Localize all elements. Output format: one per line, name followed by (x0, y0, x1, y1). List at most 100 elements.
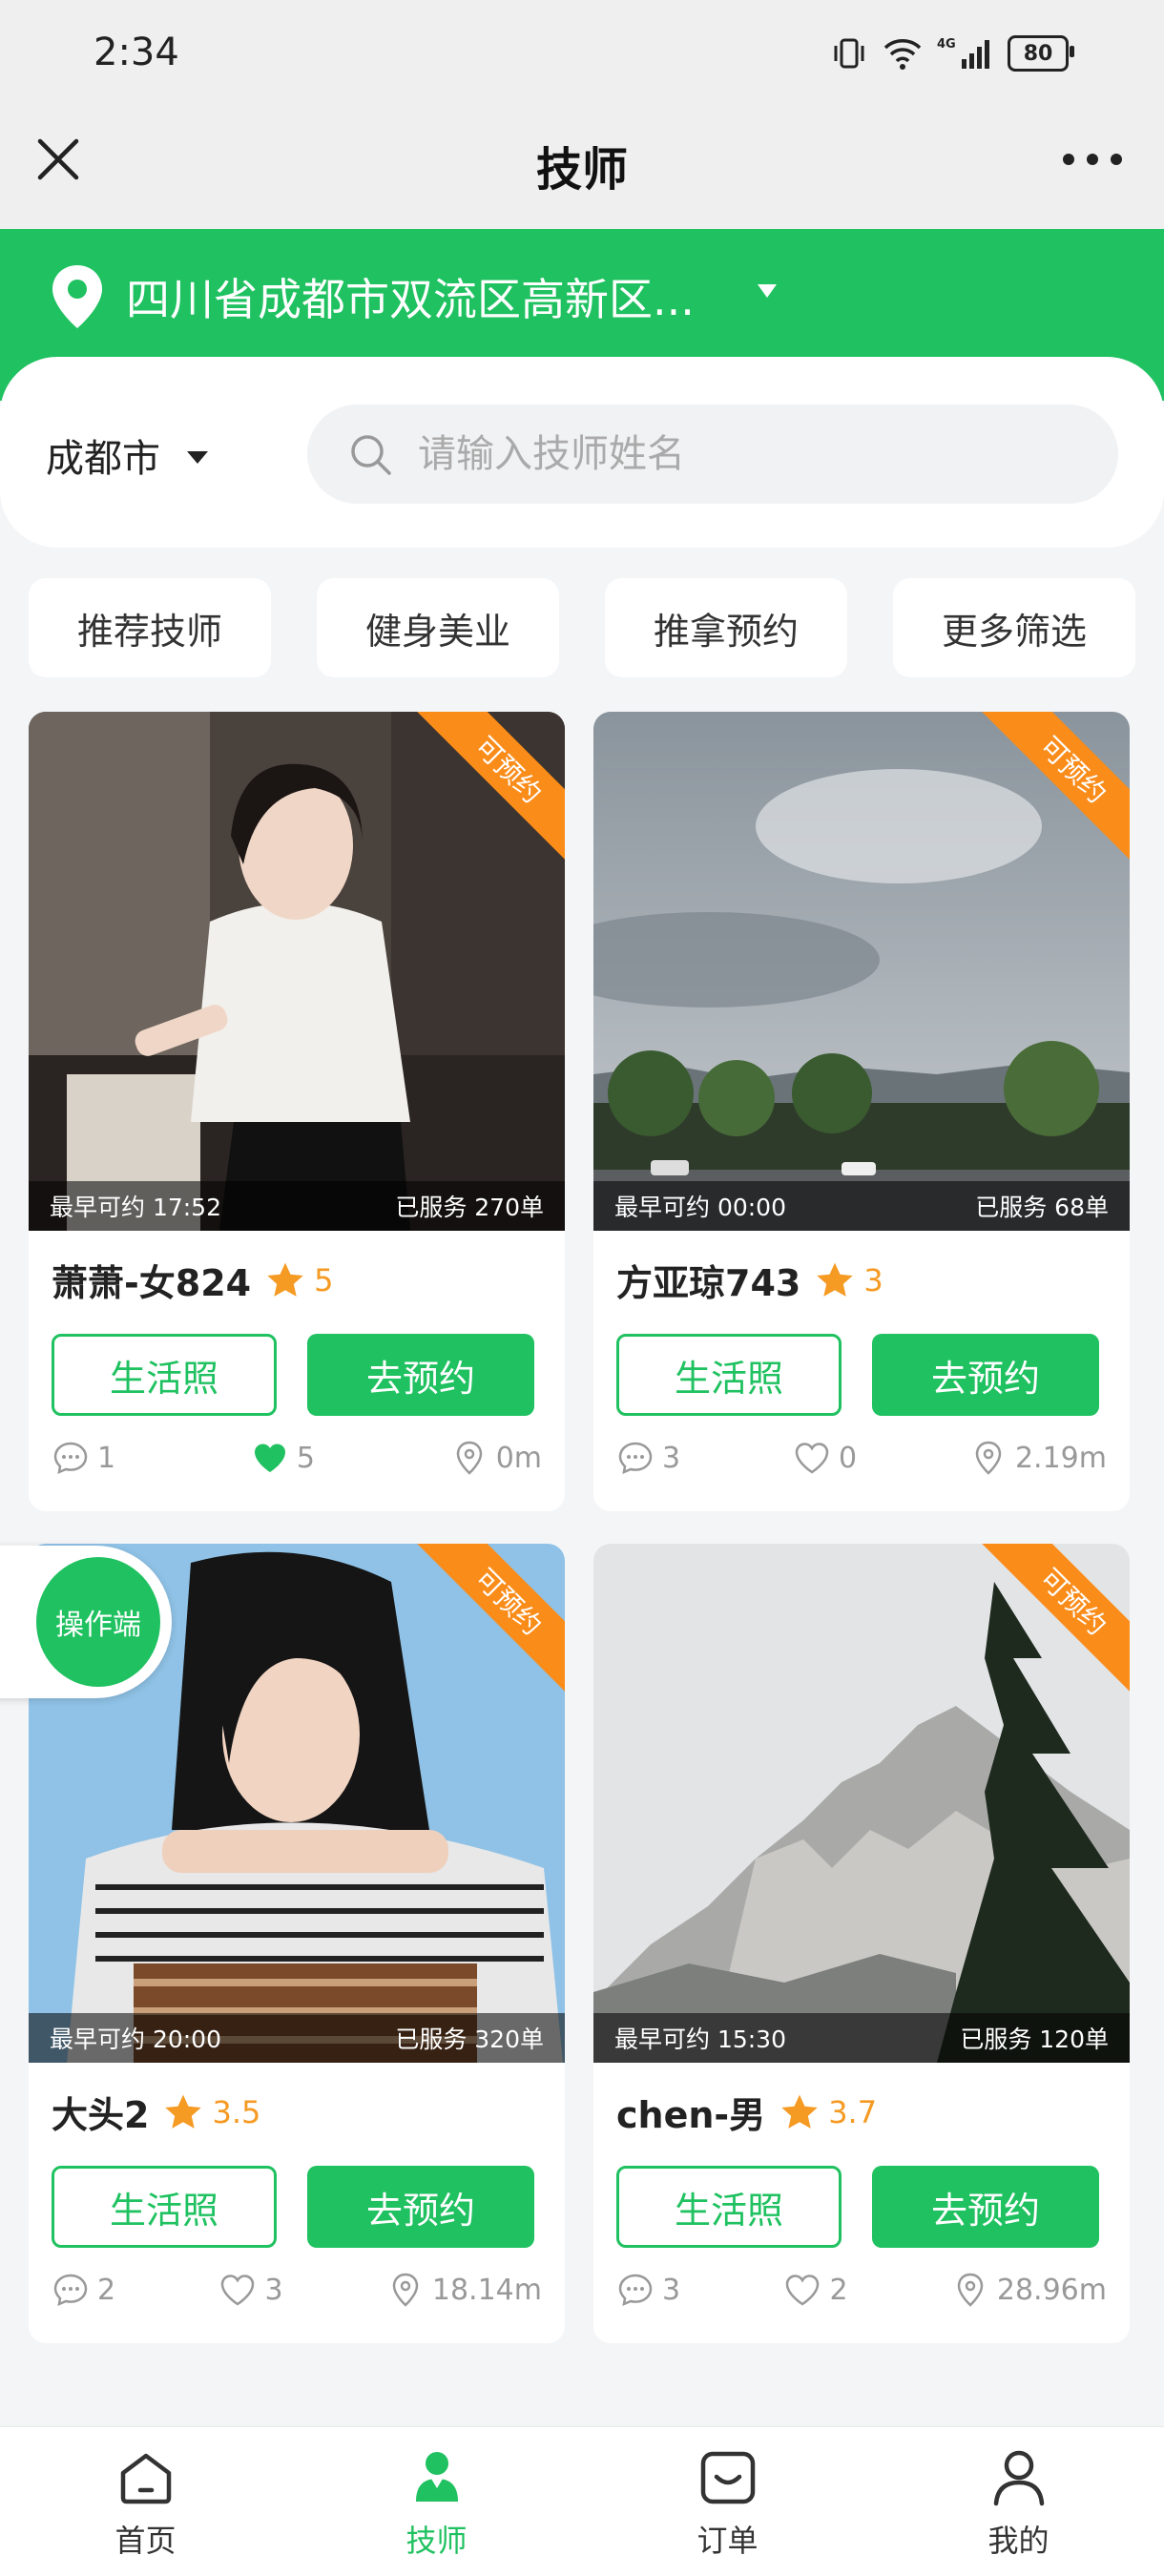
name-row: chen-男 3.7 (616, 2086, 877, 2138)
like-count: 2 (829, 2273, 848, 2307)
comment-stat[interactable]: 3 (616, 1439, 680, 1477)
comment-stat[interactable]: 2 (52, 2271, 115, 2309)
city-selector[interactable]: 成都市 (46, 427, 208, 483)
portrait-image (29, 712, 565, 1231)
more-icon[interactable] (1059, 135, 1126, 183)
served-count: 已服务 270单 (395, 1194, 544, 1221)
like-stat[interactable]: 5 (251, 1439, 315, 1477)
technician-name: chen-男 (616, 2094, 766, 2136)
earliest-time: 最早可约 00:00 (614, 1194, 786, 1221)
battery-icon: 80 (1008, 35, 1074, 72)
location-pin-icon (52, 265, 102, 328)
heart-filled-icon (254, 1444, 285, 1472)
chevron-down-icon (187, 450, 208, 464)
distance-value: 0m (495, 1441, 542, 1475)
status-time: 2:34 (94, 31, 179, 74)
comment-stat[interactable]: 3 (616, 2271, 680, 2309)
card-stats: 3 2 28.96m (616, 2271, 1107, 2309)
like-stat[interactable]: 2 (783, 2271, 848, 2309)
photo-info-overlay: 最早可约 20:00 已服务 320单 (29, 2013, 565, 2063)
life-photo-button[interactable]: 生活照 (616, 2166, 842, 2248)
location-icon (975, 1441, 1002, 1475)
star-icon (817, 1262, 854, 1297)
book-button[interactable]: 去预约 (872, 2166, 1099, 2248)
technician-photo[interactable]: 可预约 最早可约 15:30 已服务 120单 (593, 1544, 1130, 2063)
distance-stat: 18.14m (386, 2271, 542, 2309)
star-icon (165, 2094, 202, 2129)
bottom-tab-bar: 首页 技师 订单 我的 (0, 2426, 1164, 2576)
book-button[interactable]: 去预约 (307, 2166, 534, 2248)
search-box[interactable] (307, 405, 1118, 504)
signal-icon: 4G (937, 37, 989, 69)
book-button[interactable]: 去预约 (307, 1334, 534, 1416)
earliest-time: 最早可约 20:00 (50, 2025, 221, 2053)
filter-fitness-beauty[interactable]: 健身美业 (317, 578, 559, 677)
like-stat[interactable]: 0 (793, 1439, 857, 1477)
order-icon (700, 2451, 755, 2504)
search-input[interactable] (416, 431, 1088, 477)
filter-massage-booking[interactable]: 推拿预约 (605, 578, 847, 677)
chevron-down-icon[interactable] (758, 284, 777, 298)
name-row: 萧萧-女824 5 (52, 1254, 333, 1306)
earliest-time: 最早可约 15:30 (614, 2025, 786, 2053)
heart-icon (786, 2275, 820, 2306)
rating-value: 3 (863, 1261, 883, 1298)
filter-more[interactable]: 更多筛选 (893, 578, 1135, 677)
life-photo-button[interactable]: 生活照 (616, 1334, 842, 1416)
operator-float-button[interactable]: 操作端 (0, 1546, 172, 1698)
life-photo-button[interactable]: 生活照 (52, 1334, 277, 1416)
tab-label: 订单 (696, 2523, 759, 2559)
technician-photo[interactable]: 可预约 最早可约 17:52 已服务 270单 (29, 712, 565, 1231)
technician-card[interactable]: 可预约 最早可约 00:00 已服务 68单 方亚琼743 3 生活照 去预约 … (593, 712, 1130, 1511)
comment-icon (618, 2274, 653, 2307)
technician-name: 萧萧-女824 (52, 1262, 252, 1304)
comment-icon (53, 1442, 88, 1475)
comment-icon (618, 1442, 653, 1475)
page-title: 技师 (535, 143, 628, 197)
like-count: 0 (838, 1441, 858, 1475)
tab-label: 首页 (114, 2523, 177, 2559)
book-button[interactable]: 去预约 (872, 1334, 1099, 1416)
nav-bar: 技师 (0, 114, 1164, 229)
technician-photo[interactable]: 可预约 最早可约 00:00 已服务 68单 (593, 712, 1130, 1231)
technician-icon (415, 2452, 458, 2502)
location-address[interactable]: 四川省成都市双流区高新区... (126, 265, 695, 328)
search-panel: 成都市 (0, 357, 1164, 548)
card-stats: 1 5 0m (52, 1439, 542, 1477)
filter-bar: 推荐技师 健身美业 推拿预约 更多筛选 (29, 578, 1135, 677)
rating-value: 3.5 (212, 2093, 261, 2130)
filter-recommended[interactable]: 推荐技师 (29, 578, 271, 677)
card-stats: 3 0 2.19m (616, 1439, 1107, 1477)
location-icon (957, 2273, 984, 2307)
tab-orders[interactable]: 订单 (582, 2427, 873, 2576)
location-icon (392, 2273, 419, 2307)
tab-label: 我的 (987, 2523, 1050, 2559)
photo-info-overlay: 最早可约 00:00 已服务 68单 (593, 1181, 1130, 1231)
tab-home[interactable]: 首页 (0, 2427, 291, 2576)
landscape-image (593, 712, 1130, 1231)
distance-stat: 28.96m (951, 2271, 1107, 2309)
distance-stat: 2.19m (969, 1439, 1107, 1477)
rating-value: 5 (314, 1261, 334, 1298)
technician-card[interactable]: 可预约 最早可约 17:52 已服务 270单 萧萧-女824 5 生活照 去预… (29, 712, 565, 1511)
tab-technician[interactable]: 技师 (291, 2427, 582, 2576)
home-icon (120, 2453, 171, 2504)
distance-value: 18.14m (431, 2273, 542, 2307)
earliest-time: 最早可约 17:52 (50, 1194, 221, 1221)
location-icon (456, 1441, 482, 1475)
life-photo-button[interactable]: 生活照 (52, 2166, 277, 2248)
served-count: 已服务 320单 (395, 2025, 544, 2053)
tab-profile[interactable]: 我的 (873, 2427, 1164, 2576)
comment-stat[interactable]: 1 (52, 1439, 115, 1477)
distance-value: 28.96m (996, 2273, 1107, 2307)
search-icon (351, 435, 391, 475)
comment-count: 3 (662, 2273, 681, 2307)
vibrate-icon (834, 38, 864, 69)
served-count: 已服务 120单 (960, 2025, 1109, 2053)
distance-value: 2.19m (1014, 1441, 1107, 1475)
like-stat[interactable]: 3 (218, 2271, 283, 2309)
technician-card[interactable]: 可预约 最早可约 15:30 已服务 120单 chen-男 3.7 生活照 去… (593, 1544, 1130, 2343)
tab-label: 技师 (405, 2523, 468, 2559)
name-row: 方亚琼743 3 (616, 1254, 883, 1306)
like-count: 5 (296, 1441, 315, 1475)
